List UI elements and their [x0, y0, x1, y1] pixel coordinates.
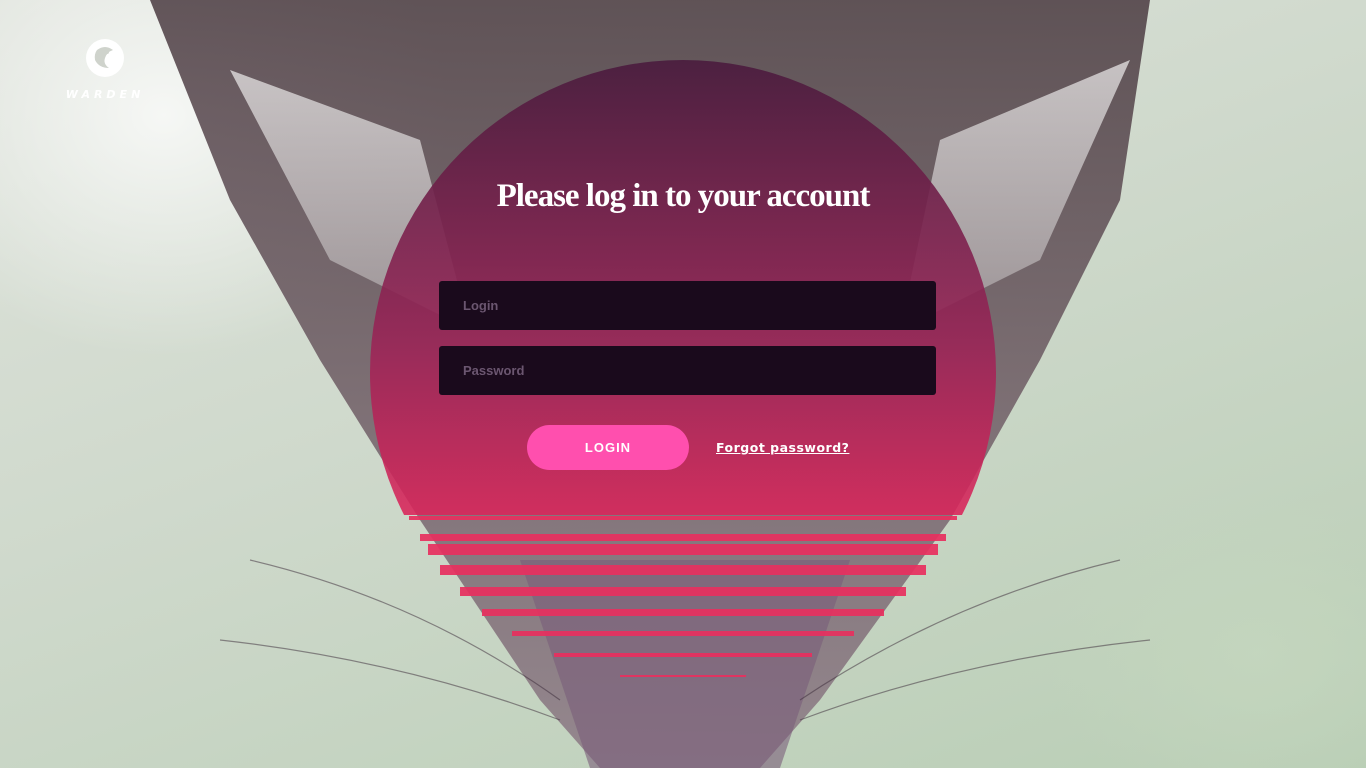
forgot-password-link[interactable]: Forgot password?	[716, 440, 849, 455]
warden-bird-icon	[86, 39, 124, 77]
page-title: Please log in to your account	[496, 178, 871, 214]
brand-logo[interactable]: WARDEN	[60, 36, 150, 106]
brand-name: WARDEN	[65, 88, 145, 101]
login-input[interactable]	[439, 281, 936, 330]
password-input[interactable]	[439, 346, 936, 395]
login-button[interactable]: LOGIN	[527, 425, 689, 470]
